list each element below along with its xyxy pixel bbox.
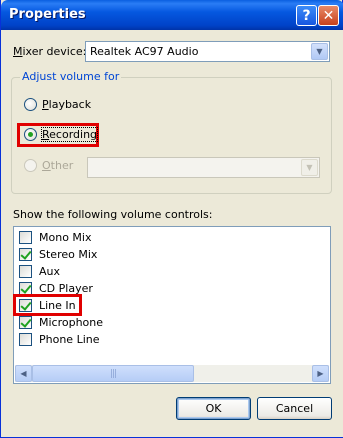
line-in-highlight [13, 294, 82, 316]
cancel-label: Cancel [275, 402, 314, 415]
controls-heading: Show the following volume controls: [13, 208, 213, 221]
properties-dialog: Properties ? ✕ Mixer device: Realtek AC9… [0, 0, 343, 438]
close-icon: ✕ [322, 7, 335, 24]
other-radio[interactable] [24, 159, 37, 172]
adjust-volume-title: Adjust volume for [20, 70, 122, 83]
recording-radio[interactable] [24, 128, 37, 141]
horizontal-scrollbar[interactable]: ◀ ||| ▶ [15, 365, 329, 382]
list-item-label: Stereo Mix [39, 248, 98, 261]
phone-line-checkbox[interactable] [19, 333, 32, 346]
list-item-label: Phone Line [39, 333, 100, 346]
playback-radio[interactable] [24, 98, 37, 111]
mono-mix-checkbox[interactable] [19, 231, 32, 244]
list-item-label: Microphone [39, 316, 104, 329]
aux-checkbox[interactable] [19, 265, 32, 278]
window-title: Properties [9, 7, 86, 22]
microphone-checkbox[interactable] [19, 316, 32, 329]
chevron-down-icon: ▼ [301, 159, 318, 176]
list-item-label: Mono Mix [39, 231, 92, 244]
cancel-button[interactable]: Cancel [257, 397, 332, 420]
help-button[interactable]: ? [296, 5, 317, 26]
playback-label[interactable]: Playback [42, 98, 91, 111]
dialog-body: Mixer device: Realtek AC97 Audio ▼ Adjus… [2, 30, 343, 437]
other-label: Other [42, 159, 74, 172]
title-bar[interactable]: Properties ? ✕ [1, 0, 343, 30]
mixer-device-value: Realtek AC97 Audio [90, 45, 199, 58]
help-icon: ? [302, 7, 311, 24]
mixer-device-label: Mixer device: [13, 45, 87, 58]
list-item-label: Aux [39, 265, 61, 278]
scroll-thumb[interactable]: ||| [32, 365, 194, 382]
ok-button[interactable]: OK [176, 397, 251, 420]
stereo-mix-checkbox[interactable] [19, 248, 32, 261]
other-device-select[interactable]: ▼ [87, 157, 320, 178]
ok-label: OK [205, 402, 222, 415]
volume-controls-list[interactable]: Mono Mix Stereo Mix Aux CD Player Line I… [13, 226, 331, 384]
chevron-down-icon[interactable]: ▼ [311, 43, 328, 60]
close-button[interactable]: ✕ [318, 5, 339, 26]
mixer-device-select[interactable]: Realtek AC97 Audio ▼ [85, 41, 330, 62]
recording-label[interactable]: Recording [40, 127, 99, 142]
scroll-right-icon[interactable]: ▶ [312, 365, 329, 382]
scroll-left-icon[interactable]: ◀ [15, 365, 32, 382]
